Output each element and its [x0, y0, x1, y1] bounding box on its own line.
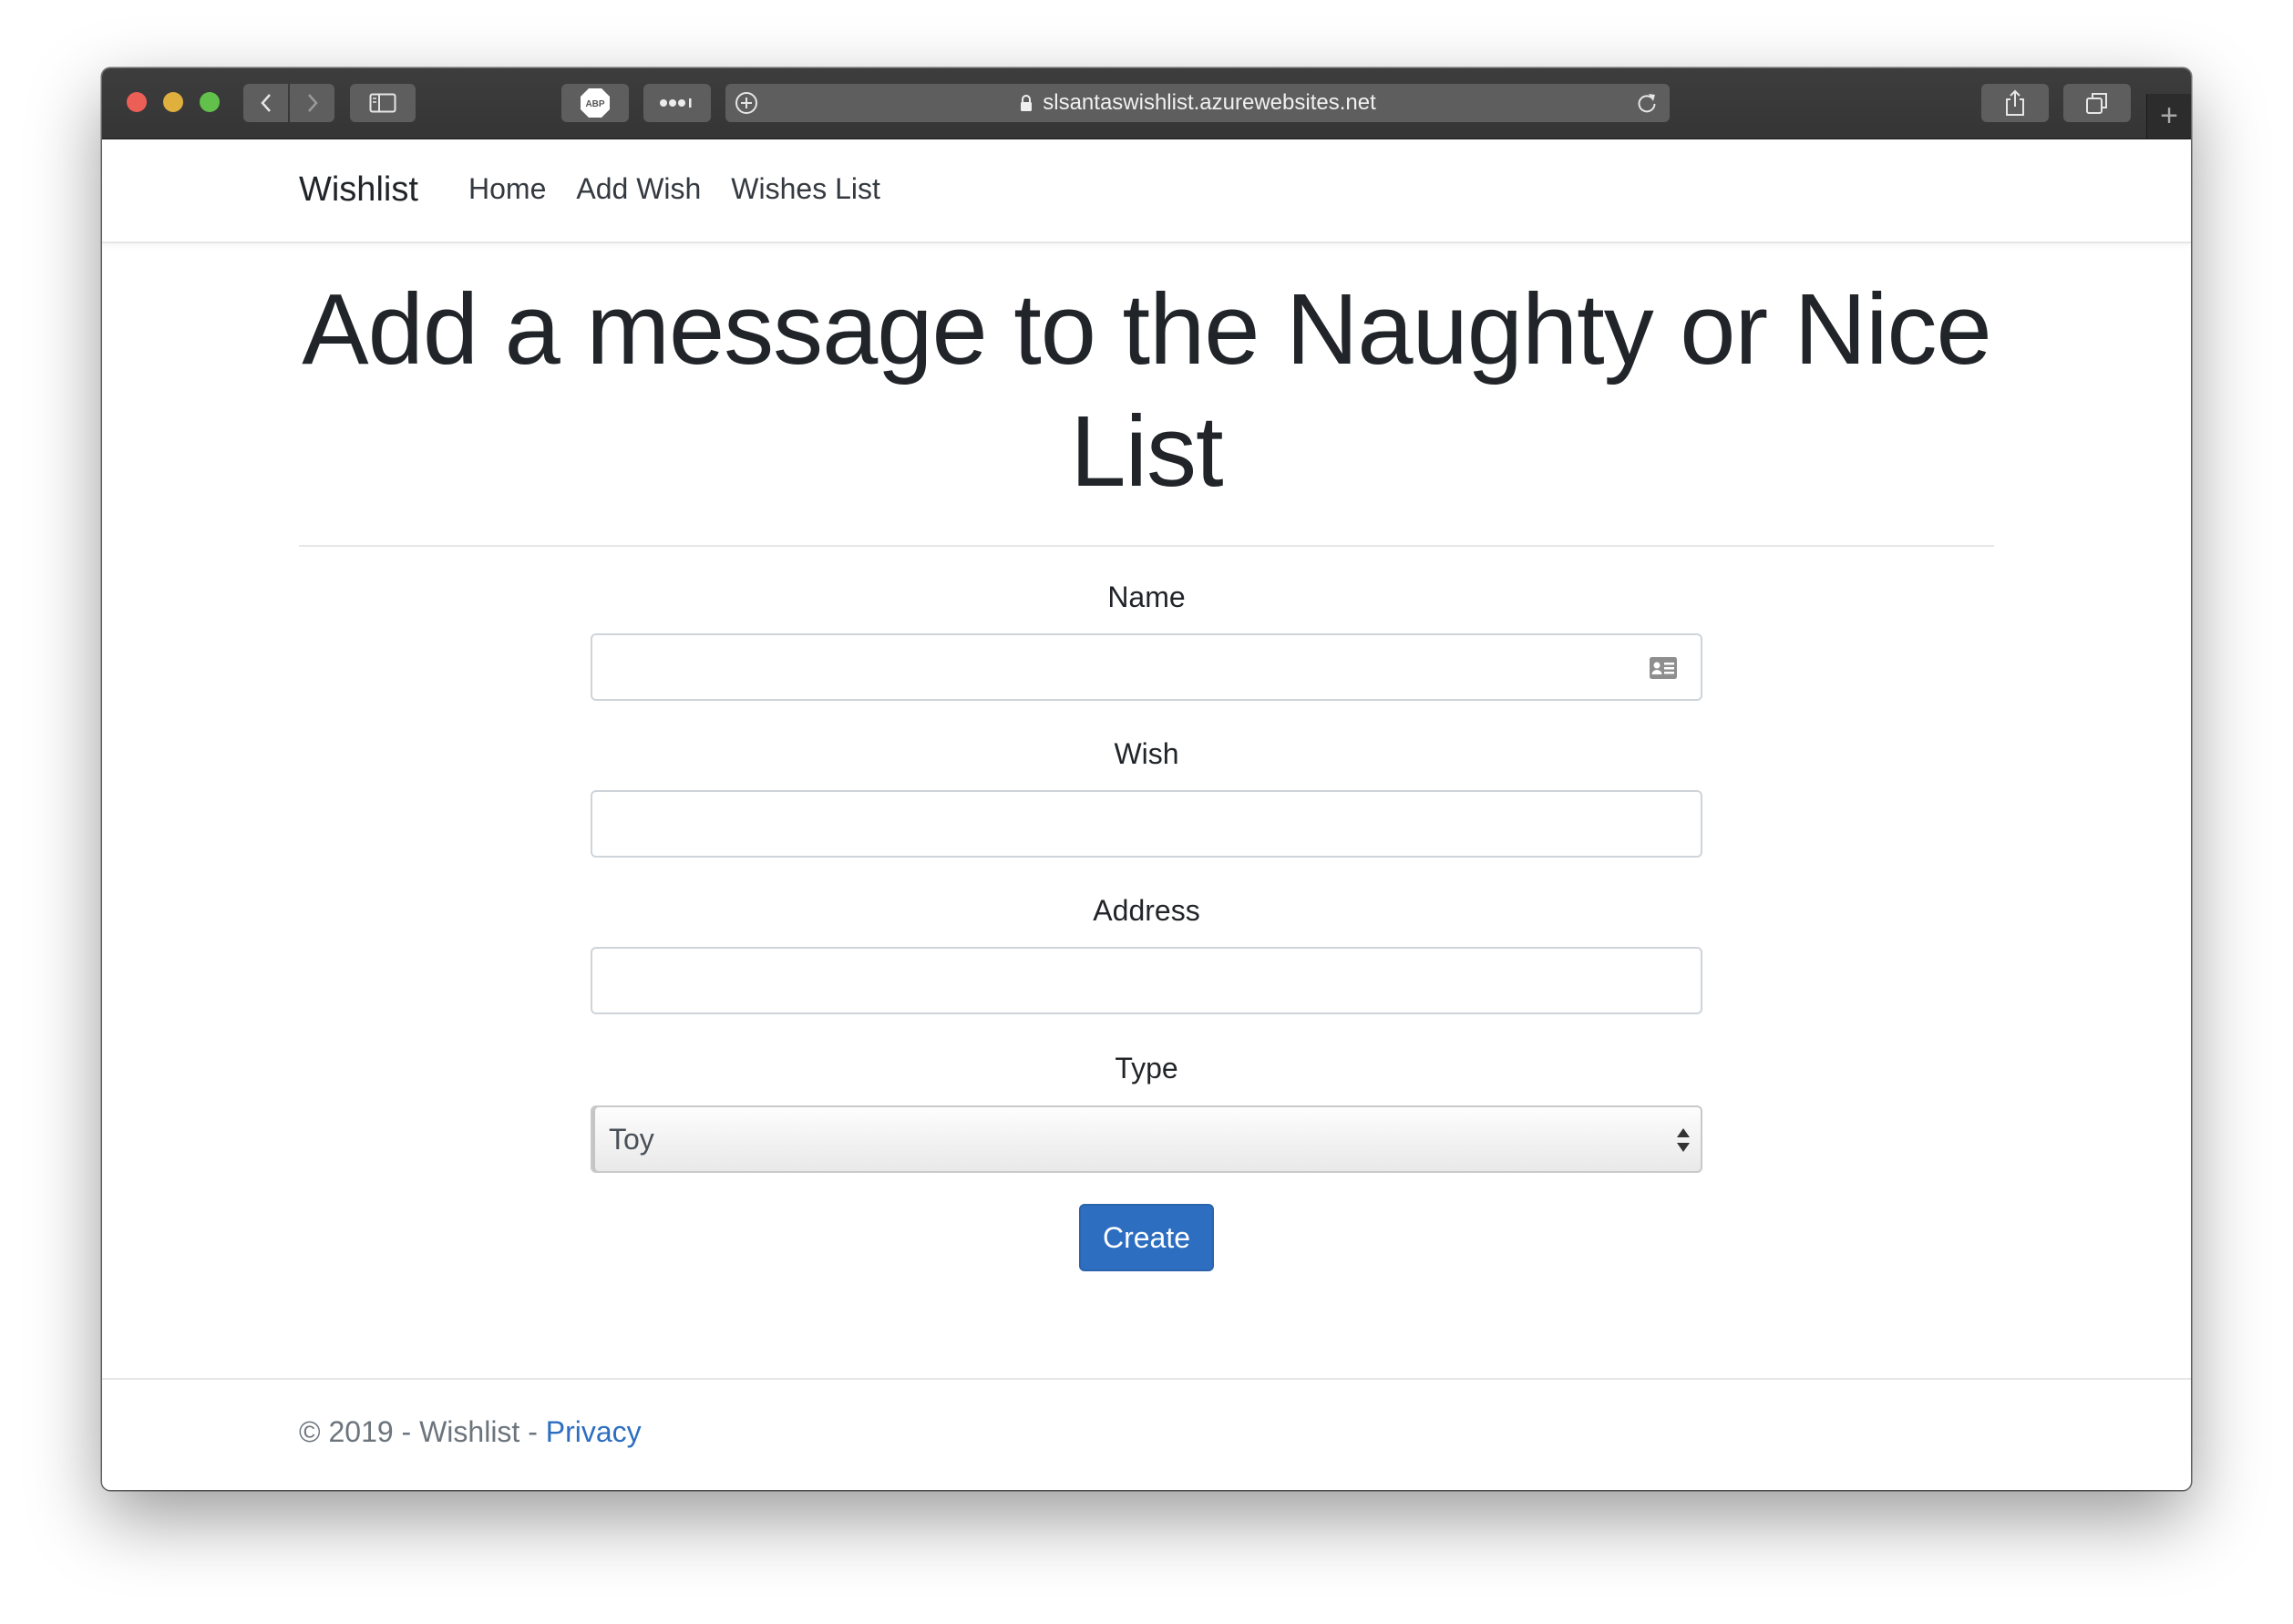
type-select[interactable]: Toy	[591, 1105, 1702, 1173]
reload-icon[interactable]	[1635, 91, 1659, 115]
more-dots-icon	[660, 98, 692, 108]
footer-copyright: © 2019 - Wishlist -	[299, 1415, 546, 1448]
site-footer: © 2019 - Wishlist - Privacy	[299, 1415, 642, 1449]
lock-icon	[1021, 95, 1033, 111]
history-navigation	[243, 84, 335, 122]
adblock-button[interactable]: ABP	[561, 84, 629, 122]
tabs-overview-button[interactable]	[2063, 84, 2131, 122]
nav-link-wishes-list[interactable]: Wishes List	[731, 172, 880, 206]
site-navbar: Wishlist Home Add Wish Wishes List	[102, 139, 2191, 243]
chevron-right-icon	[307, 94, 318, 112]
name-label: Name	[1107, 581, 1186, 613]
wish-input[interactable]	[591, 790, 1702, 858]
name-input[interactable]	[591, 633, 1702, 701]
address-input[interactable]	[591, 947, 1702, 1014]
select-arrows-icon	[1677, 1128, 1690, 1152]
adblock-icon: ABP	[581, 88, 610, 118]
url-text: slsantaswishlist.azurewebsites.net	[1043, 90, 1376, 115]
browser-window: ABP slsantaswishlist.azurewebsites.net +…	[102, 68, 2191, 1490]
wish-label: Wish	[1114, 737, 1179, 770]
nav-links: Home Add Wish Wishes List	[468, 172, 880, 206]
create-button[interactable]: Create	[1079, 1204, 1214, 1271]
share-button[interactable]	[1981, 84, 2049, 122]
address-label: Address	[1093, 894, 1200, 927]
share-icon	[2006, 89, 2024, 116]
browser-toolbar: ABP slsantaswishlist.azurewebsites.net +	[102, 68, 2191, 139]
divider	[299, 545, 1994, 547]
minimize-window-button[interactable]	[163, 92, 183, 112]
contact-card-icon[interactable]	[1649, 656, 1678, 680]
nav-link-add-wish[interactable]: Add Wish	[576, 172, 701, 206]
privacy-link[interactable]: Privacy	[546, 1415, 642, 1448]
footer-divider	[102, 1378, 2191, 1380]
sidebar-icon	[369, 93, 396, 113]
back-button[interactable]	[243, 84, 288, 122]
zoom-window-button[interactable]	[200, 92, 220, 112]
svg-text:ABP: ABP	[585, 99, 604, 109]
create-button-label: Create	[1102, 1220, 1191, 1254]
plus-icon: +	[2160, 98, 2178, 133]
sidebar-button[interactable]	[350, 84, 416, 122]
type-label: Type	[1115, 1052, 1178, 1084]
tabs-icon	[2086, 93, 2107, 114]
type-selected-value: Toy	[609, 1123, 654, 1156]
page-title-line-1: Add a message to the Naughty or Nice	[302, 273, 1991, 385]
chevron-left-icon	[260, 94, 271, 112]
forward-button[interactable]	[290, 84, 334, 122]
nav-link-home[interactable]: Home	[468, 172, 546, 206]
url-display: slsantaswishlist.azurewebsites.net	[725, 84, 1670, 122]
extension-button[interactable]	[643, 84, 711, 122]
new-tab-button[interactable]: +	[2146, 94, 2191, 139]
brand-link[interactable]: Wishlist	[299, 170, 418, 210]
address-bar[interactable]: slsantaswishlist.azurewebsites.net	[725, 84, 1670, 122]
page-title-line-2: List	[1070, 396, 1223, 508]
close-window-button[interactable]	[127, 92, 147, 112]
page-title: Add a message to the Naughty or Nice Lis…	[299, 269, 1994, 513]
